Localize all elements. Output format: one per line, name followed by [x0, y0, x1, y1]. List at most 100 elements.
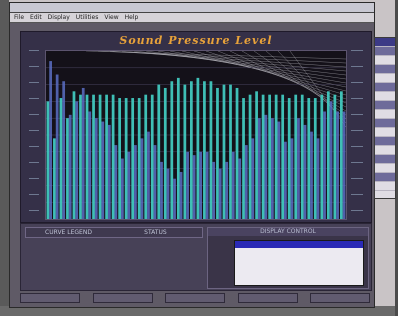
legend-header-status: STATUS	[144, 229, 167, 236]
status-cell[interactable]	[237, 293, 298, 303]
bar-series-2	[127, 151, 131, 219]
status-cell[interactable]	[20, 293, 80, 303]
left-axis-tick	[29, 162, 39, 163]
right-axis-tick	[351, 66, 363, 67]
left-axis-tick	[29, 146, 39, 147]
menu-bar: File Edit Display Utilities View Help	[10, 13, 374, 23]
left-axis-tick	[29, 114, 39, 115]
bar-series-2	[94, 118, 98, 219]
bar-series-2	[62, 81, 66, 219]
bar-series-1	[307, 98, 311, 219]
bar-series-2	[153, 145, 157, 219]
bar-series-1	[222, 84, 226, 219]
bar-series-1	[124, 98, 128, 219]
bar-series-1	[340, 91, 343, 219]
bar-series-2	[75, 101, 79, 219]
bar-series-1	[98, 94, 102, 219]
bar-series-2	[114, 145, 118, 219]
bottom-panel: CURVE LEGEND STATUS DISPLAY CONTROL	[20, 223, 372, 291]
left-axis-tick	[29, 210, 39, 211]
bar-series-2	[310, 131, 313, 219]
bar-series-2	[212, 161, 216, 219]
status-cell[interactable]	[92, 293, 153, 303]
bar-series-1	[85, 94, 89, 219]
display-listbox[interactable]	[234, 240, 364, 286]
status-cell[interactable]	[310, 293, 370, 303]
bar-series-2	[290, 138, 294, 219]
bar-series-1	[183, 84, 187, 219]
window-title	[10, 3, 374, 13]
menu-display[interactable]: Display	[48, 14, 70, 21]
toolbar-segment	[375, 137, 395, 146]
display-control-panel: DISPLAY CONTROL	[207, 227, 369, 289]
bar-series-1	[66, 118, 69, 219]
toolbar-segment	[375, 182, 395, 191]
bar-series-2	[205, 151, 209, 219]
toolbar-segment	[375, 164, 395, 173]
toolbar-segment	[375, 65, 395, 74]
bar-series-1	[111, 94, 115, 219]
right-axis-tick	[351, 178, 363, 179]
toolbar-segment	[375, 173, 395, 182]
bar-series-2	[316, 138, 320, 219]
toolbar-segment	[375, 47, 395, 56]
toolbar-segment	[375, 146, 395, 155]
bar-series-1	[242, 98, 245, 219]
toolbar-segment	[375, 56, 395, 65]
bar-series-2	[225, 161, 229, 219]
menu-utilities[interactable]: Utilities	[76, 14, 99, 21]
bar-series-1	[248, 94, 252, 219]
monitor-bezel-left	[0, 0, 9, 316]
left-axis-labels	[23, 50, 43, 218]
side-toolbar[interactable]	[374, 37, 396, 199]
bar-series-2	[251, 138, 255, 219]
grid-line	[133, 51, 346, 76]
menu-help[interactable]: Help	[125, 14, 139, 21]
application-window: File Edit Display Utilities View Help So…	[9, 2, 375, 308]
bar-series-1	[281, 94, 285, 219]
bar-series-1	[157, 84, 161, 219]
bar-series-1	[216, 87, 219, 219]
toolbar-segment	[375, 110, 395, 119]
bar-series-1	[313, 98, 317, 219]
bar-series-2	[179, 171, 183, 219]
display-control-header: DISPLAY CONTROL	[208, 228, 368, 236]
bar-series-1	[59, 98, 63, 219]
bar-series-1	[163, 87, 167, 219]
menu-view[interactable]: View	[104, 14, 118, 21]
bar-series-1	[268, 94, 271, 219]
bar-series-1	[72, 91, 76, 219]
bar-series-2	[238, 158, 242, 219]
bar-series-2	[81, 87, 85, 219]
bar-chart	[45, 50, 347, 220]
bar-series-2	[336, 111, 339, 219]
bar-series-1	[170, 81, 174, 219]
chart-title: Sound Pressure Level	[119, 34, 273, 47]
bar-series-2	[166, 168, 170, 219]
bar-series-1	[274, 94, 278, 219]
menu-file[interactable]: File	[14, 14, 24, 21]
left-axis-tick	[29, 50, 39, 51]
toolbar-segment	[375, 155, 395, 164]
bar-series-1	[196, 77, 200, 219]
bar-series-1	[209, 81, 213, 219]
toolbar-segment	[375, 119, 395, 128]
listbox-title	[235, 241, 363, 248]
menu-edit[interactable]: Edit	[30, 14, 42, 21]
status-cell[interactable]	[165, 293, 225, 303]
bar-series-1	[300, 94, 304, 219]
chart-panel: Sound Pressure Level	[20, 31, 372, 223]
legend-header: CURVE LEGEND STATUS	[25, 227, 203, 238]
bar-series-2	[140, 138, 144, 219]
bar-series-2	[218, 168, 222, 219]
bar-series-2	[160, 161, 163, 219]
left-axis-tick	[29, 194, 39, 195]
legend-header-curve: CURVE LEGEND	[45, 229, 92, 236]
right-axis-tick	[351, 98, 363, 99]
toolbar-segment	[375, 74, 395, 83]
toolbar-segment	[375, 83, 395, 92]
bar-series-2	[173, 178, 176, 219]
left-axis-tick	[29, 130, 39, 131]
bar-series-1	[79, 94, 82, 219]
bar-series-2	[297, 118, 300, 219]
